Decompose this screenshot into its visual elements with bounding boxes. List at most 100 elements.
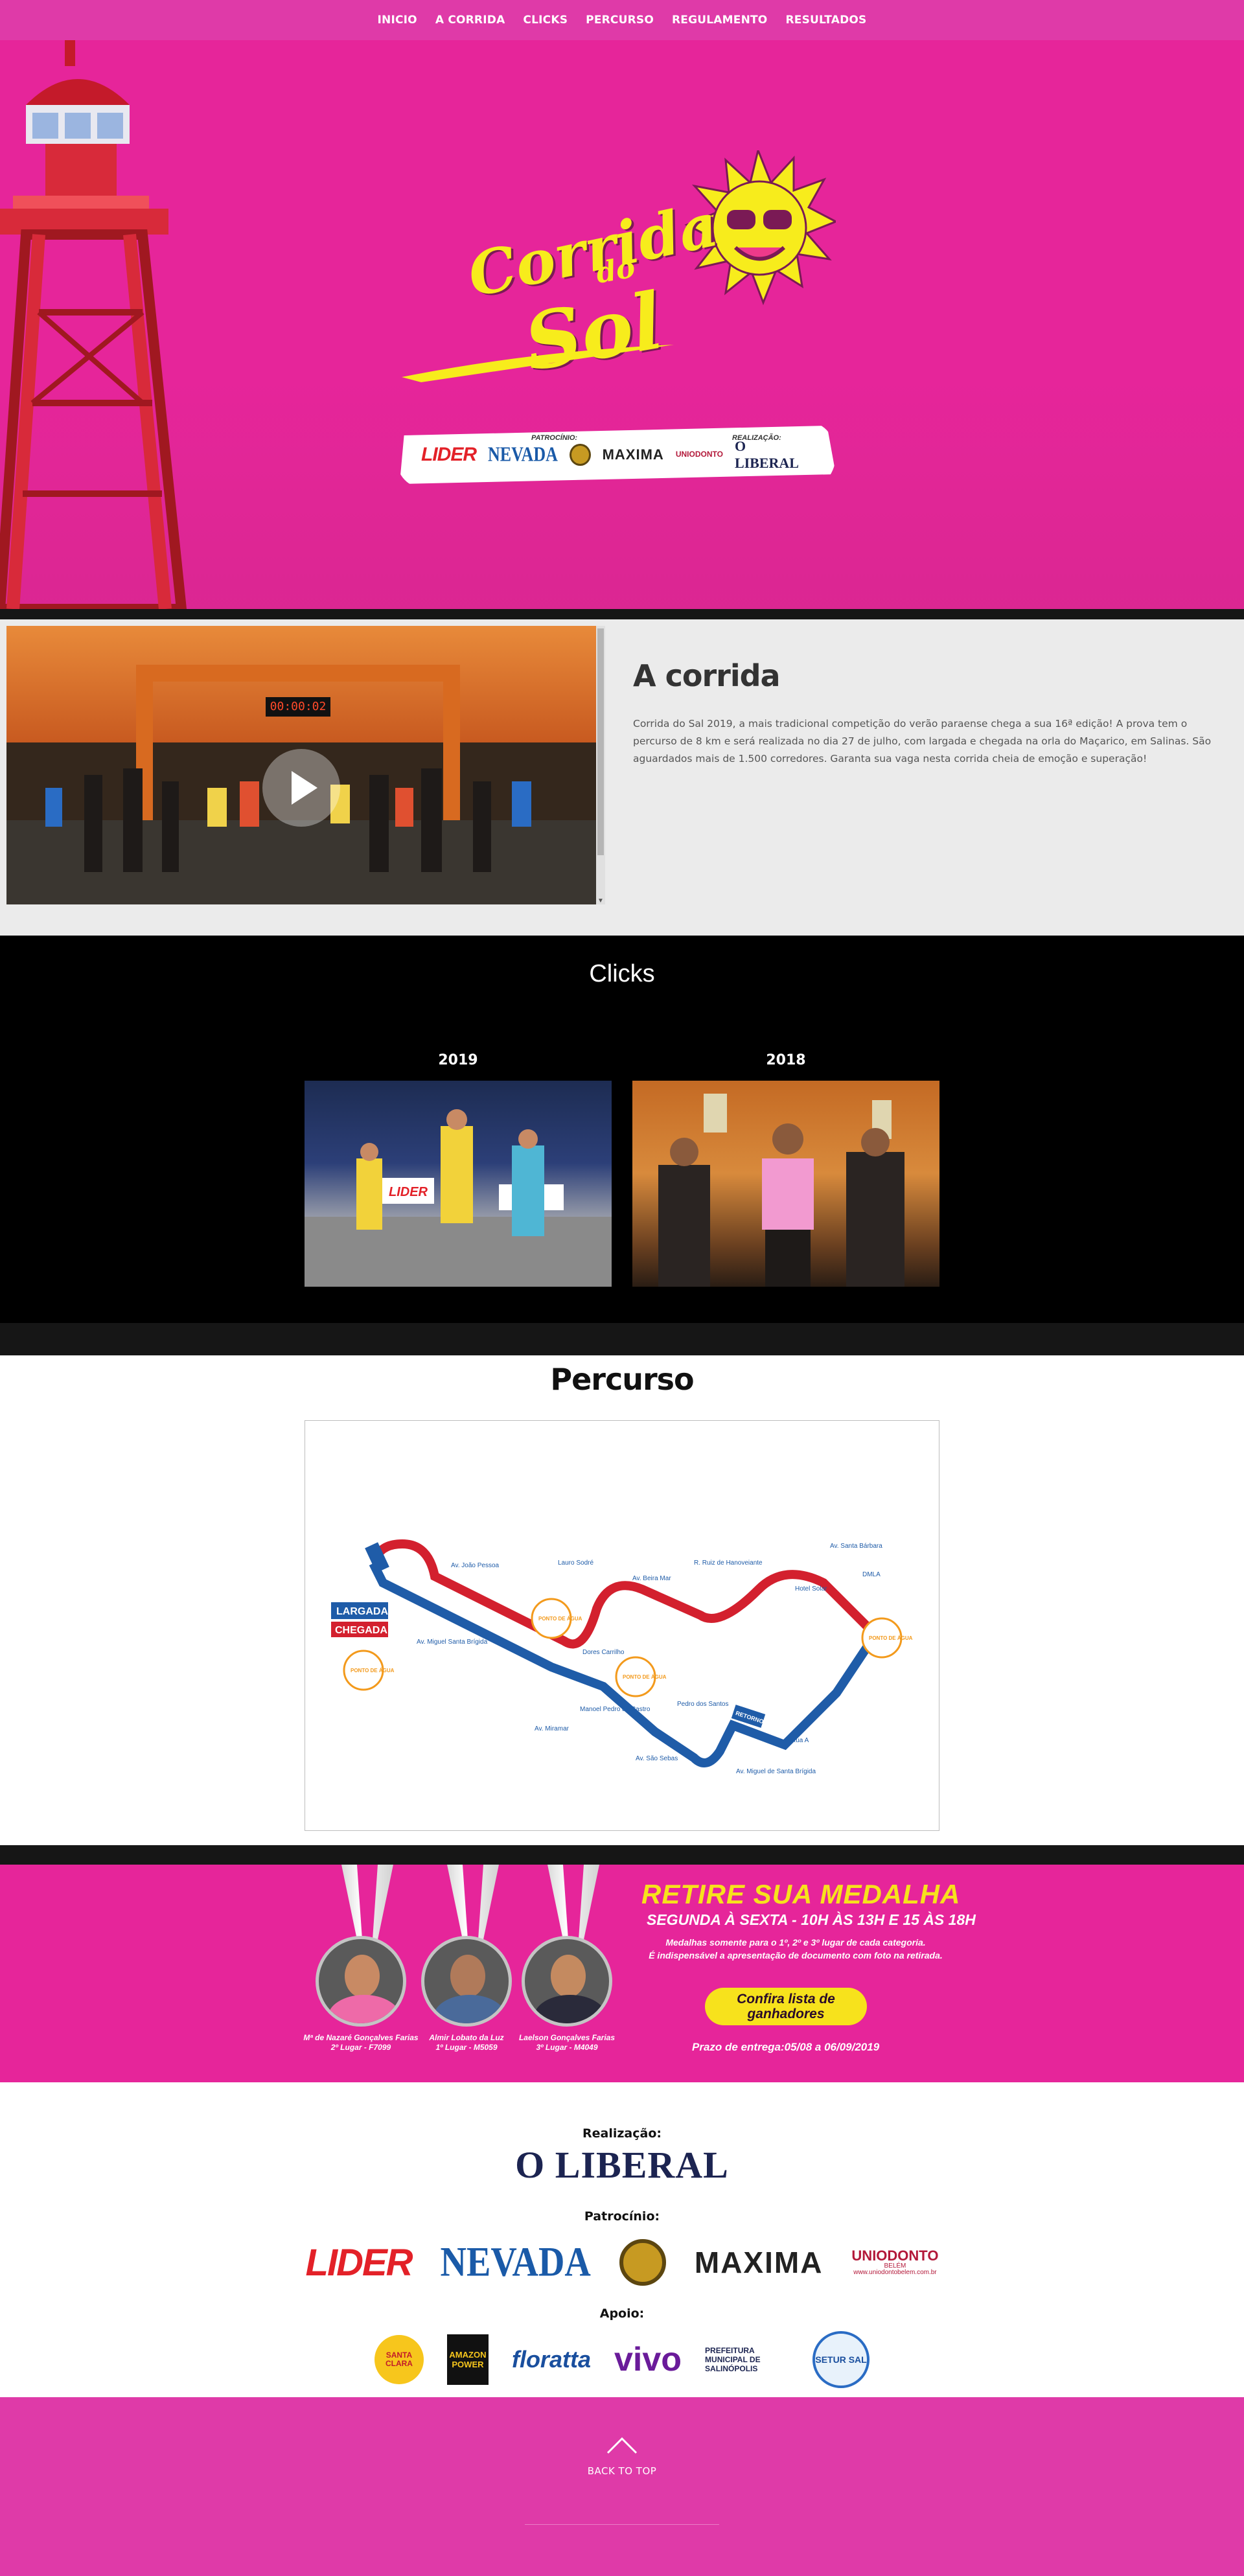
chevron-up-icon xyxy=(606,2437,638,2454)
winner-photo xyxy=(316,1936,406,2027)
strip-uniodonto-logo: UNIODONTO xyxy=(675,450,723,459)
winner-place: 3º Lugar - M4049 xyxy=(536,2043,598,2052)
footer-divider xyxy=(525,2524,719,2525)
winner-caption-3: Laelson Gonçalves Farias 3º Lugar - M404… xyxy=(502,2033,632,2053)
prefeitura-salinopolis-logo[interactable]: PREFEITURA MUNICIPAL DE SALINÓPOLIS xyxy=(705,2346,789,2373)
map-water-point-3: PONTO DE ÁGUA xyxy=(623,1674,667,1680)
map-street-3: R. Ruiz de Hanoveiante xyxy=(694,1559,763,1567)
scrollbar-thumb[interactable] xyxy=(597,628,604,855)
podium-2019-photo: LIDER xyxy=(305,1109,612,1287)
strip-nevada-logo: NEVADA xyxy=(488,443,558,466)
apoio-logos: SANTA CLARA AMAZON POWER floratta vivo P… xyxy=(0,2327,1244,2392)
nav-inicio[interactable]: INICIO xyxy=(369,14,426,27)
retire-medalha-title: RETIRE SUA MEDALHA xyxy=(641,1879,961,1909)
scroll-down-arrow-icon[interactable]: ▼ xyxy=(597,897,604,904)
map-water-point-1: PONTO DE ÁGUA xyxy=(351,1668,395,1673)
nav-a-corrida[interactable]: A CORRIDA xyxy=(426,14,514,27)
map-street-7: Av. Miguel de Santa Brígida xyxy=(736,1768,816,1775)
map-street-8: Av. São Sebas xyxy=(636,1755,678,1762)
clicks-title: Clicks xyxy=(589,960,655,987)
page: INICIO A CORRIDA CLICKS PERCURSO REGULAM… xyxy=(0,0,1244,2576)
medalha-banner: Mª de Nazaré Gonçalves Farias 2º Lugar -… xyxy=(0,1865,1244,2082)
strip-oliberal-logo: O LIBERAL xyxy=(734,438,799,471)
oliberal-logo[interactable]: O LIBERAL xyxy=(0,2143,1244,2187)
map-street-5: Hotel Solar xyxy=(795,1585,827,1593)
santa-clara-logo[interactable]: SANTA CLARA xyxy=(374,2335,424,2384)
map-street-13: Dores Carrilho xyxy=(582,1649,625,1656)
clicks-section: Clicks 2019 2018 LIDER xyxy=(0,936,1244,1323)
map-street-11: Manoel Pedro de Castro xyxy=(580,1706,651,1713)
map-street-14: Av. Miguel Santa Brígida xyxy=(417,1639,488,1646)
prazo-entrega: Prazo de entrega:05/08 a 06/09/2019 xyxy=(692,2041,880,2053)
divider-band xyxy=(0,609,1244,619)
uniodonto-url: www.uniodontobelem.com.br xyxy=(853,2269,937,2276)
divider-band-3 xyxy=(0,1845,1244,1865)
map-chegada-label: CHEGADA xyxy=(335,1625,387,1636)
retire-info-1: Medalhas somente para o 1º, 2º e 3º luga… xyxy=(665,1937,926,1948)
map-water-point-4: PONTO DE ÁGUA xyxy=(869,1635,913,1641)
a-corrida-section: 00:00:02 ▼ A corrida Corrida do Sal 2019… xyxy=(0,619,1244,936)
strip-maxima-logo: MAXIMA xyxy=(602,446,664,463)
map-street-9: Rua A xyxy=(791,1737,809,1744)
nav-resultados[interactable]: RESULTADOS xyxy=(776,14,875,27)
strip-realizacao-label: REALIZAÇÃO: xyxy=(732,434,781,442)
podium-2018-photo xyxy=(658,1094,904,1287)
gallery-photo-2018[interactable] xyxy=(632,1081,939,1287)
back-to-top-button[interactable]: BACK TO TOP xyxy=(557,2436,687,2507)
corrida-do-sol-logo: Corrida do Sol xyxy=(402,124,842,429)
strip-lider-logo: LIDER xyxy=(421,444,477,465)
nav-percurso[interactable]: PERCURSO xyxy=(577,14,663,27)
uniodonto-name: UNIODONTO xyxy=(851,2248,939,2264)
floratta-logo[interactable]: floratta xyxy=(512,2346,591,2373)
lighthouse-illustration xyxy=(0,40,187,609)
map-street-2: Av. Beira Mar xyxy=(632,1575,671,1582)
back-to-top-label: BACK TO TOP xyxy=(587,2465,657,2477)
play-icon xyxy=(292,771,317,805)
apoio-label: Apoio: xyxy=(599,2306,645,2321)
divider-band-2 xyxy=(0,1323,1244,1355)
video-player[interactable]: 00:00:02 xyxy=(6,626,596,904)
gallery-year-2019[interactable]: 2019 xyxy=(305,1052,612,1068)
route-map-drawing: LARGADA CHEGADA PONTO DE ÁGUA PONTO DE Á… xyxy=(331,1539,913,1775)
strip-patrocinio-label: PATROCÍNIO: xyxy=(531,434,578,442)
a-corrida-text: Corrida do Sal 2019, a mais tradicional … xyxy=(633,718,1212,765)
uniodonto-logo[interactable]: UNIODONTO BELÉM www.uniodontobelem.com.b… xyxy=(851,2249,938,2276)
patrocinio-logos: LIDER NEVADA MAXIMA UNIODONTO BELÉM www.… xyxy=(0,2230,1244,2295)
route-map[interactable]: LARGADA CHEGADA PONTO DE ÁGUA PONTO DE Á… xyxy=(305,1420,939,1831)
map-street-0: Av. João Pessoa xyxy=(451,1562,500,1569)
svg-text:LIDER: LIDER xyxy=(389,1185,428,1199)
gallery-year-2018[interactable]: 2018 xyxy=(632,1052,939,1068)
a-corrida-title: A corrida xyxy=(633,658,781,693)
nav-regulamento[interactable]: REGULAMENTO xyxy=(663,14,776,27)
map-water-point-2: PONTO DE ÁGUA xyxy=(538,1616,582,1622)
winner-photo xyxy=(421,1936,512,2027)
map-street-10: Pedro dos Santos xyxy=(677,1701,729,1708)
video-race-clock: 00:00:02 xyxy=(266,697,330,717)
setur-logo[interactable]: SETUR SAL xyxy=(812,2331,870,2388)
realizacao-label: Realização: xyxy=(582,2126,662,2141)
main-nav: INICIO A CORRIDA CLICKS PERCURSO REGULAM… xyxy=(0,0,1244,40)
badge-logo[interactable] xyxy=(619,2239,666,2286)
retire-info-2: É indispensável a apresentação de docume… xyxy=(649,1950,943,1961)
strip-badge-logo xyxy=(569,444,591,466)
play-button[interactable] xyxy=(262,749,340,827)
hero-banner: Corrida do Sol PATROCÍNIO: REALIZAÇÃO: L… xyxy=(0,40,1244,609)
winner-photo xyxy=(522,1936,612,2027)
maxima-logo[interactable]: MAXIMA xyxy=(695,2245,824,2280)
patrocinio-label: Patrocínio: xyxy=(584,2209,660,2224)
amazon-power-logo[interactable]: AMAZON POWER xyxy=(446,2334,489,2385)
logo-swoosh xyxy=(402,345,674,382)
nevada-logo[interactable]: NEVADA xyxy=(441,2238,591,2286)
vivo-logo[interactable]: vivo xyxy=(614,2340,682,2379)
gallery-photo-2019[interactable]: LIDER xyxy=(305,1081,612,1287)
map-street-1: Lauro Sodré xyxy=(558,1559,593,1567)
retire-horario: SEGUNDA À SEXTA - 10H ÀS 13H E 15 ÀS 18H xyxy=(647,1911,976,1928)
video-scrollbar[interactable]: ▼ xyxy=(596,626,605,904)
lider-logo[interactable]: LIDER xyxy=(306,2241,413,2284)
percurso-section: Percurso LARGADA CHEGADA PONTO DE ÁGUA P… xyxy=(0,1355,1244,1845)
confira-ganhadores-button[interactable]: Confira lista de ganhadores xyxy=(705,1988,867,2025)
nav-clicks[interactable]: CLICKS xyxy=(514,14,577,27)
map-street-12: Av. Miramar xyxy=(535,1725,570,1732)
footer: BACK TO TOP xyxy=(0,2397,1244,2576)
map-street-4: Av. Santa Bárbara xyxy=(830,1543,882,1550)
